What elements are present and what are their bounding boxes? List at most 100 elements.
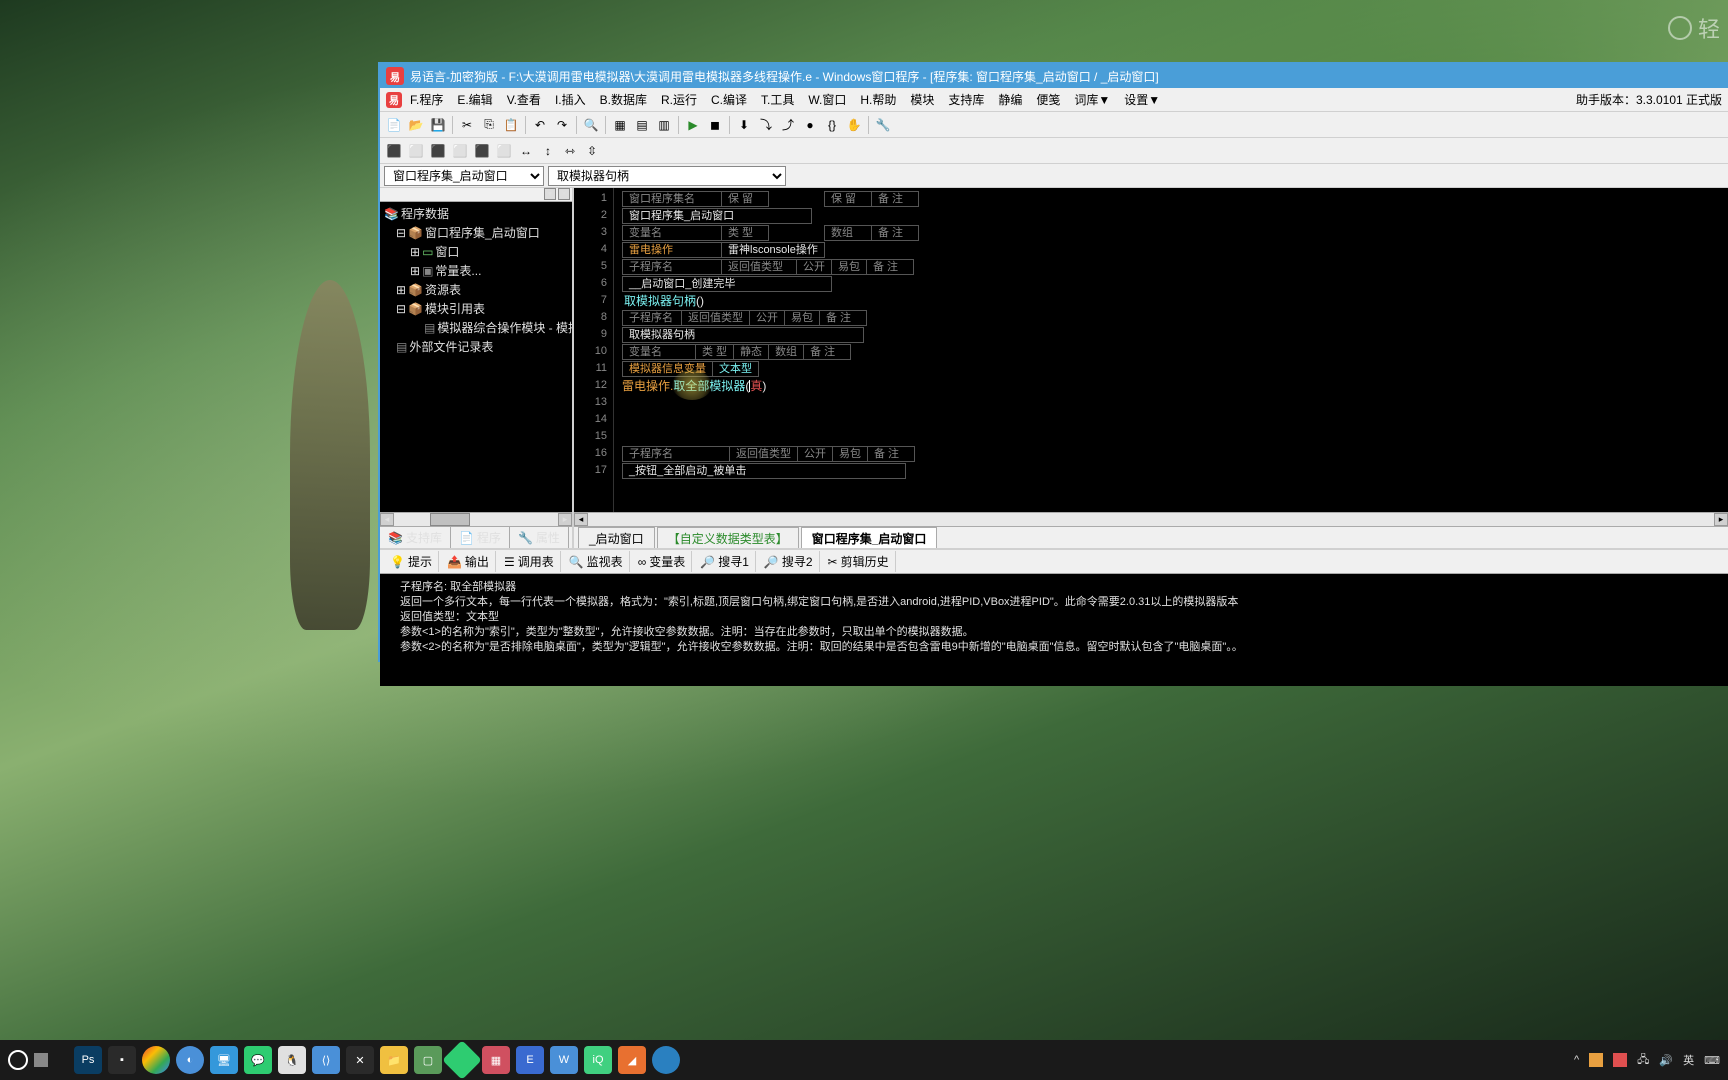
combo-subroutine[interactable]: 取模拟器句柄 [548, 166, 786, 186]
code-editor[interactable]: 1 2 3 4 5 6 7 8 9 10 11 12 13 14 15 16 1 [574, 188, 1728, 512]
menu-support[interactable]: 支持库 [942, 89, 990, 110]
hint-output[interactable]: 子程序名: 取全部模拟器 返回一个多行文本，每一行代表一个模拟器，格式为："索引… [380, 574, 1728, 686]
trace-icon[interactable]: {} [822, 115, 842, 135]
cut-icon[interactable]: ✂ [457, 115, 477, 135]
taskbar-app-chrome[interactable] [142, 1046, 170, 1074]
tray-keyboard-icon[interactable]: ⌨ [1704, 1054, 1720, 1067]
align-center-icon[interactable]: ⬜ [406, 141, 426, 161]
menu-settings[interactable]: 设置▼ [1118, 89, 1166, 110]
project-tree[interactable]: 📚程序数据 ⊟📦窗口程序集_启动窗口 ⊞▭窗口 ⊞▣常量表... ⊞📦资源表 ⊟… [380, 202, 572, 512]
open-file-icon[interactable]: 📂 [406, 115, 426, 135]
save-icon[interactable]: 💾 [428, 115, 448, 135]
start-button-icon[interactable] [8, 1050, 28, 1070]
same-w-icon[interactable]: ⇿ [560, 141, 580, 161]
taskbar-app-vscode[interactable]: ⟨⟩ [312, 1046, 340, 1074]
taskbar-app-qq[interactable]: 🐧 [278, 1046, 306, 1074]
tab-call[interactable]: ☰调用表 [498, 551, 561, 572]
menu-database[interactable]: B.数据库 [594, 89, 653, 110]
tray-icon-2[interactable] [1613, 1053, 1627, 1067]
tree-node-moduleref[interactable]: ⊟📦模块引用表 [382, 299, 570, 318]
title-bar[interactable]: 易 易语言-加密狗版 - F:\大漠调用雷电模拟器\大漠调用雷电模拟器多线程操作… [380, 64, 1728, 88]
tree-node-external[interactable]: ▤外部文件记录表 [382, 337, 570, 356]
tab-watch[interactable]: 🔍监视表 [563, 551, 630, 572]
taskbar-app-orange[interactable]: ◢ [618, 1046, 646, 1074]
layout-3-icon[interactable]: ▥ [654, 115, 674, 135]
align-top-icon[interactable]: ⬜ [450, 141, 470, 161]
tab-hint[interactable]: 💡提示 [384, 551, 439, 572]
panel-minimize-icon[interactable]: ▾ [544, 188, 556, 200]
menu-dict[interactable]: 词库▼ [1068, 89, 1116, 110]
menu-help[interactable]: H.帮助 [854, 89, 902, 110]
taskbar-app-ps[interactable]: Ps [74, 1046, 102, 1074]
taskbar-app-word[interactable]: W [550, 1046, 578, 1074]
tab-output[interactable]: 📤输出 [441, 551, 496, 572]
taskbar-app-browser[interactable]: ◐ [176, 1046, 204, 1074]
taskbar-app-e[interactable]: E [516, 1046, 544, 1074]
tree-root[interactable]: 📚程序数据 [382, 204, 570, 223]
pause-icon[interactable]: ◼ [705, 115, 725, 135]
tab-find1[interactable]: 🔎搜寻1 [694, 551, 756, 572]
copy-icon[interactable]: ⎘ [479, 115, 499, 135]
paste-icon[interactable]: 📋 [501, 115, 521, 135]
tray-ime[interactable]: 英 [1683, 1052, 1694, 1068]
layout-1-icon[interactable]: ▦ [610, 115, 630, 135]
tray-network-icon[interactable]: 🖧 [1637, 1051, 1649, 1070]
taskbar[interactable]: Ps ▪ ◐ 🖥 💬 🐧 ⟨⟩ ✕ 📁 ▢ ▦ E W iQ ◢ ^ 🖧 🔊 英… [0, 1040, 1728, 1080]
code-body[interactable]: 窗口程序集名保 留保 留备 注 窗口程序集_启动窗口 变量名类 型数组备 注 雷… [614, 188, 1728, 512]
undo-icon[interactable]: ↶ [530, 115, 550, 135]
scroll-left-icon[interactable]: ◂ [574, 513, 588, 526]
taskbar-app-note[interactable]: ▢ [414, 1046, 442, 1074]
tree-node-procset[interactable]: ⊟📦窗口程序集_启动窗口 [382, 223, 570, 242]
tab-custom-types[interactable]: 【自定义数据类型表】 [657, 527, 799, 548]
align-bottom-icon[interactable]: ⬜ [494, 141, 514, 161]
hand-icon[interactable]: ✋ [844, 115, 864, 135]
align-left-icon[interactable]: ⬛ [384, 141, 404, 161]
scroll-right-icon[interactable]: ▸ [558, 513, 572, 526]
tab-var[interactable]: ∞变量表 [632, 551, 693, 572]
task-view-icon[interactable] [34, 1053, 48, 1067]
dist-v-icon[interactable]: ↕ [538, 141, 558, 161]
tree-node-resource[interactable]: ⊞📦资源表 [382, 280, 570, 299]
menu-run[interactable]: R.运行 [655, 89, 703, 110]
step-over-icon[interactable]: ⤵ [756, 115, 776, 135]
tray-chevron-icon[interactable]: ^ [1574, 1054, 1579, 1066]
menu-edit[interactable]: E.编辑 [451, 89, 498, 110]
run-icon[interactable]: ▶ [683, 115, 703, 135]
tree-node-module-item[interactable]: ▤模拟器综合操作模块 - 模拟器综 [382, 318, 570, 337]
scroll-right-icon[interactable]: ▸ [1714, 513, 1728, 526]
scroll-left-icon[interactable]: ◂ [380, 513, 394, 526]
taskbar-app-monitor[interactable]: 🖥 [210, 1046, 238, 1074]
new-file-icon[interactable]: 📄 [384, 115, 404, 135]
menu-tools[interactable]: T.工具 [755, 89, 800, 110]
tab-find2[interactable]: 🔎搜寻2 [758, 551, 820, 572]
tab-startup-window[interactable]: _启动窗口 [578, 527, 655, 548]
tree-node-const[interactable]: ⊞▣常量表... [382, 261, 570, 280]
menu-module[interactable]: 模块 [904, 89, 940, 110]
taskbar-app-diamond[interactable] [442, 1040, 482, 1080]
align-right-icon[interactable]: ⬛ [428, 141, 448, 161]
tree-hscroll[interactable]: ◂ ▸ [380, 512, 572, 526]
layout-2-icon[interactable]: ▤ [632, 115, 652, 135]
taskbar-app-iqiyi[interactable]: iQ [584, 1046, 612, 1074]
scroll-thumb[interactable] [430, 513, 470, 526]
menu-compile[interactable]: C.编译 [705, 89, 753, 110]
same-h-icon[interactable]: ⇳ [582, 141, 602, 161]
combo-procset[interactable]: 窗口程序集_启动窗口 [384, 166, 544, 186]
menu-file[interactable]: F.程序 [404, 89, 449, 110]
dist-h-icon[interactable]: ↔ [516, 141, 536, 161]
taskbar-app-explorer[interactable]: 📁 [380, 1046, 408, 1074]
tab-support-lib[interactable]: 📚支持库 [380, 527, 451, 548]
tool-extra-icon[interactable]: 🔧 [873, 115, 893, 135]
breakpoint-icon[interactable]: ● [800, 115, 820, 135]
tab-program[interactable]: 📄程序 [451, 527, 510, 548]
tab-clip[interactable]: ✂剪辑历史 [822, 551, 896, 572]
tray-icon-1[interactable] [1589, 1053, 1603, 1067]
tab-property[interactable]: 🔧属性 [510, 527, 569, 548]
tray-volume-icon[interactable]: 🔊 [1659, 1054, 1673, 1067]
taskbar-app-wechat[interactable]: 💬 [244, 1046, 272, 1074]
taskbar-app-red[interactable]: ▦ [482, 1046, 510, 1074]
taskbar-app-capcut[interactable]: ✕ [346, 1046, 374, 1074]
taskbar-app-circle[interactable] [652, 1046, 680, 1074]
redo-icon[interactable]: ↷ [552, 115, 572, 135]
panel-close-icon[interactable]: × [558, 188, 570, 200]
